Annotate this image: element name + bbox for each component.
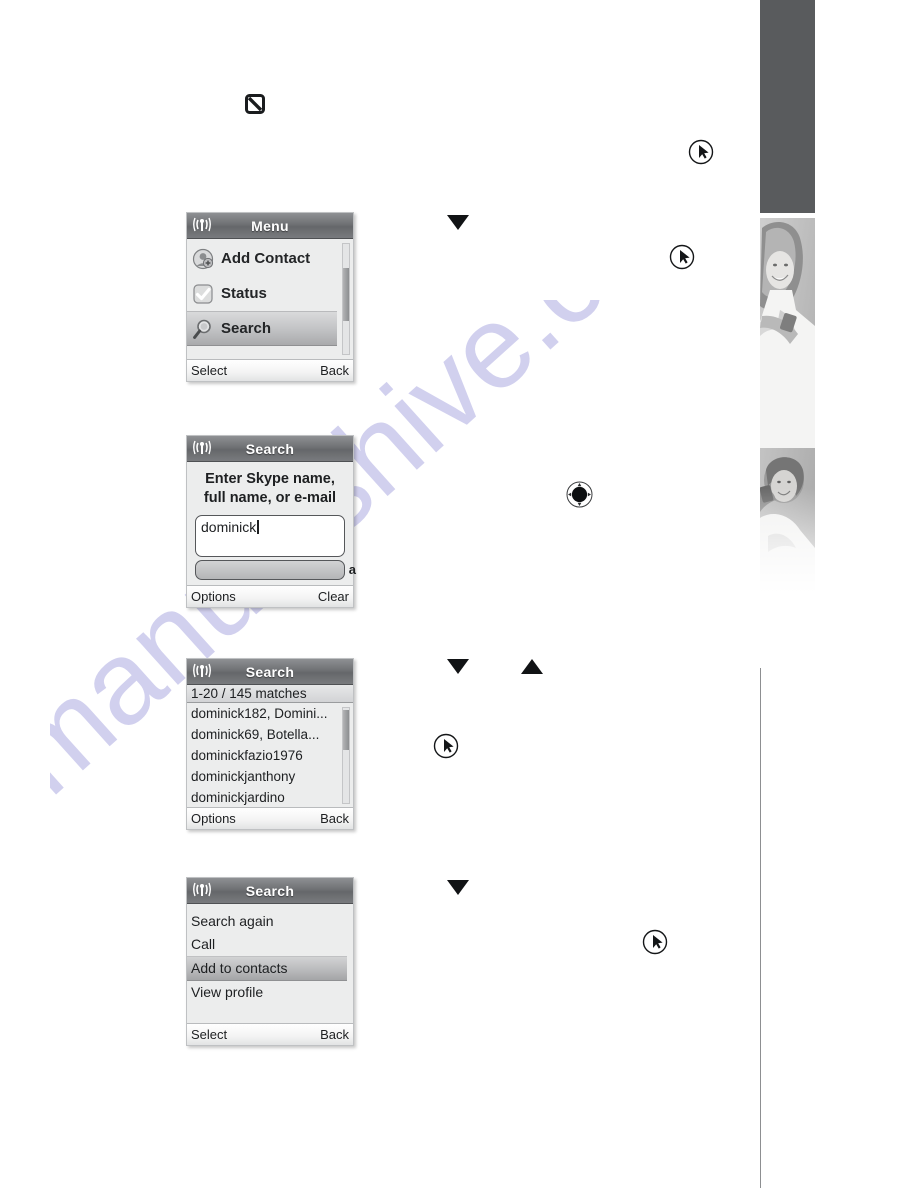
softkey-bar-options: Select Back <box>187 1023 353 1045</box>
menu-item-status[interactable]: Status <box>187 276 353 311</box>
search-entry-body: Enter Skype name, full name, or e-mail d… <box>187 462 356 585</box>
screen-title: Search <box>245 882 295 899</box>
search-results-body: 1-20 / 145 matches dominick182, Domini..… <box>187 685 353 807</box>
triangle-down-icon <box>447 880 469 895</box>
titlebar-search-results: Search <box>187 659 353 685</box>
antenna-signal-icon <box>193 882 211 898</box>
softkey-bar-search-results: Options Back <box>187 807 353 829</box>
navigate-down-hint-3 <box>447 880 469 895</box>
softkey-left[interactable]: Options <box>191 811 236 826</box>
list-item[interactable]: dominickfazio1976 <box>187 745 353 766</box>
search-input-value: dominick <box>201 519 257 535</box>
list-item[interactable]: dominickjanthony <box>187 766 353 787</box>
add-contact-icon <box>192 248 214 270</box>
menu-item-label: Search <box>221 320 272 337</box>
softkey-left[interactable]: Options <box>191 589 236 604</box>
menu-item-add-contact[interactable]: Add Contact <box>187 241 353 276</box>
menu-item-label: Add Contact <box>221 250 311 267</box>
softkey-right[interactable]: Back <box>320 1027 349 1042</box>
text-caret <box>257 520 259 534</box>
softkey-press-hint-3 <box>433 733 459 764</box>
navigate-down-hint-1 <box>447 215 469 230</box>
screen-title: Search <box>245 440 295 457</box>
screen-title: Menu <box>251 217 289 234</box>
status-check-icon <box>192 283 214 305</box>
input-mode-indicator: a <box>348 562 356 577</box>
softkey-bar-menu: Select Back <box>187 359 353 381</box>
list-item[interactable]: dominick69, Botella... <box>187 724 353 745</box>
softkey-right[interactable]: Back <box>320 811 349 826</box>
softkey-right[interactable]: Clear <box>318 589 349 604</box>
triangle-down-icon <box>447 659 469 674</box>
rail-photo-strip <box>760 218 815 593</box>
navigate-down-hint-2 <box>447 659 469 674</box>
scrollbar-thumb[interactable] <box>343 709 349 750</box>
phone-screen-options: Search Search again Call Add to contacts… <box>186 877 354 1046</box>
softkey-press-hint-1 <box>688 139 714 170</box>
search-prompt: Enter Skype name, full name, or e-mail <box>187 462 353 513</box>
circle-pointer-icon <box>433 733 459 759</box>
softkey-press-hint-2 <box>669 244 695 275</box>
search-prompt-line1: Enter Skype name, <box>205 471 335 487</box>
menu-item-call[interactable]: Call <box>187 933 353 956</box>
menu-item-search[interactable]: Search <box>187 311 337 346</box>
triangle-down-icon <box>447 215 469 230</box>
softkey-left[interactable]: Select <box>191 1027 227 1042</box>
softkey-press-hint-4 <box>642 929 668 960</box>
list-item[interactable]: dominick182, Domini... <box>187 703 353 724</box>
search-prompt-line2: full name, or e-mail <box>203 490 337 506</box>
result-count: 1-20 / 145 matches <box>187 685 353 703</box>
menu-item-search-again[interactable]: Search again <box>187 910 353 933</box>
titlebar-search-entry: Search <box>187 436 353 462</box>
screen-title: Search <box>245 663 295 680</box>
note-square-diagonal-icon <box>245 94 265 114</box>
rail-vertical-rule <box>760 668 761 1188</box>
phone-screen-search-entry: Search Enter Skype name, full name, or e… <box>186 435 356 608</box>
phone-screen-search-results: Search 1-20 / 145 matches dominick182, D… <box>186 658 354 830</box>
menu-item-label: Status <box>221 285 267 302</box>
navpad-center-icon <box>566 481 593 508</box>
right-rail <box>760 0 918 1188</box>
navigate-center-hint <box>566 481 593 513</box>
list-item[interactable]: dominickjardino <box>187 787 353 808</box>
options-list: Search again Call Add to contacts View p… <box>187 904 353 1023</box>
circle-pointer-icon <box>688 139 714 165</box>
antenna-signal-icon <box>193 217 211 233</box>
scrollbar-results[interactable] <box>342 707 350 804</box>
navigate-up-hint-1 <box>521 659 543 674</box>
search-input[interactable]: dominick <box>195 515 345 557</box>
menu-item-view-profile[interactable]: View profile <box>187 981 353 1004</box>
titlebar-menu: Menu <box>187 213 353 239</box>
rail-dark-block <box>760 0 815 213</box>
input-mode-bar: a <box>195 560 356 580</box>
circle-pointer-icon <box>642 929 668 955</box>
softkey-right[interactable]: Back <box>320 363 349 378</box>
scrollbar-menu[interactable] <box>342 243 350 355</box>
triangle-up-icon <box>521 659 543 674</box>
menu-item-add-to-contacts[interactable]: Add to contacts <box>187 956 347 981</box>
watermark-text: manualshive.com <box>50 300 750 819</box>
softkey-left[interactable]: Select <box>191 363 227 378</box>
softkey-bar-search-entry: Options Clear <box>187 585 353 607</box>
watermark: manualshive.com <box>0 107 870 940</box>
titlebar-options: Search <box>187 878 353 904</box>
circle-pointer-icon <box>669 244 695 270</box>
menu-list: Add Contact Status Search <box>187 239 353 359</box>
scrollbar-thumb[interactable] <box>343 268 349 321</box>
antenna-signal-icon <box>193 440 211 456</box>
antenna-signal-icon <box>193 663 211 679</box>
magnifier-icon <box>192 318 214 340</box>
phone-screen-menu: Menu Add Contact Status Search Select Ba… <box>186 212 354 382</box>
